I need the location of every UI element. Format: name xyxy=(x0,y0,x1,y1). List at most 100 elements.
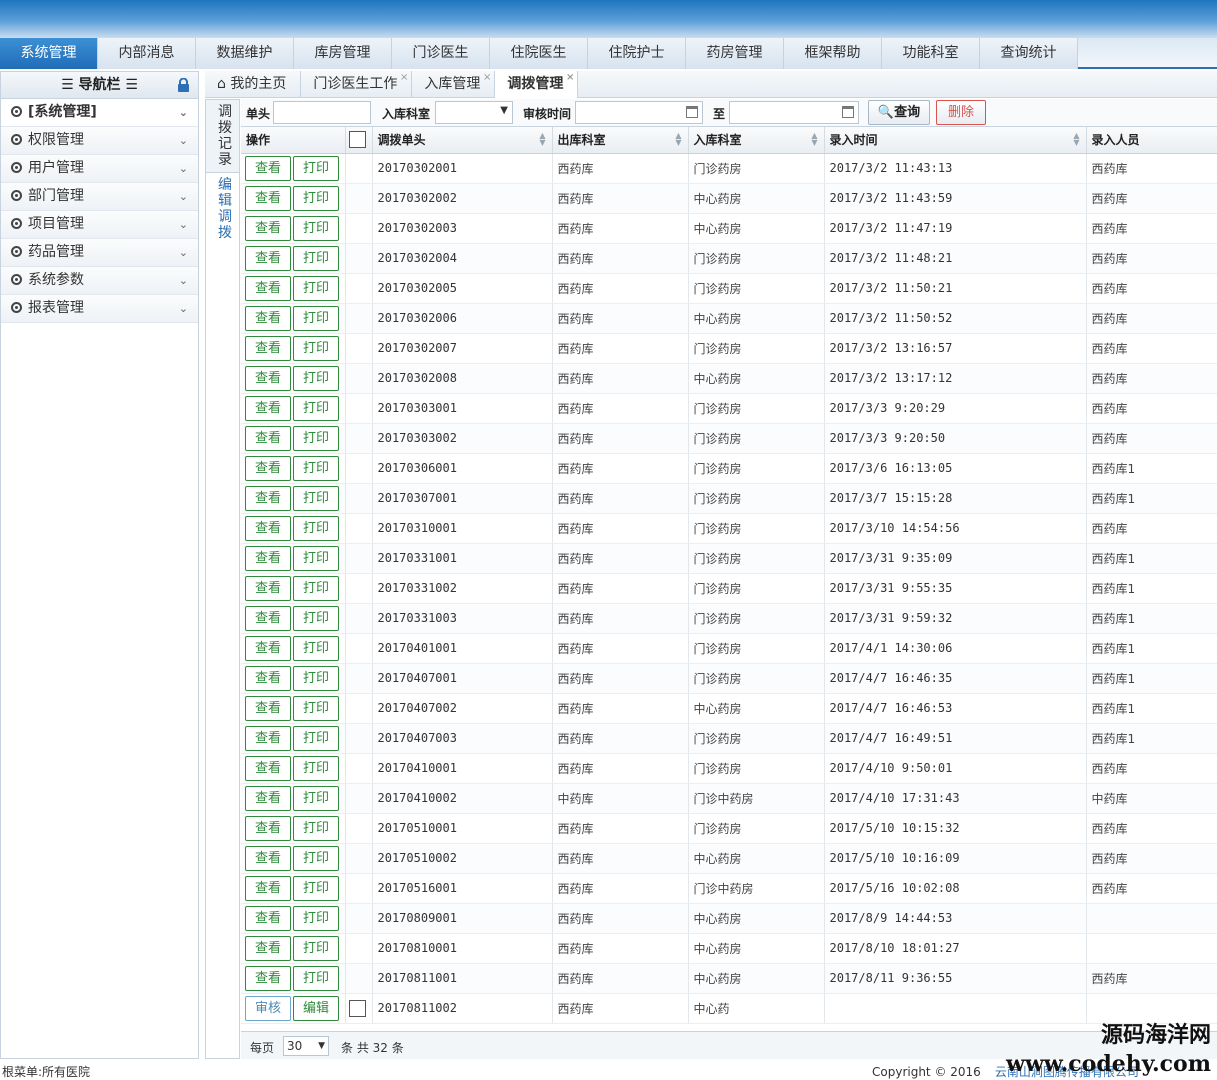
table-row[interactable]: 查看 打印 20170302008 西药库 中心药房 2017/3/2 13:17:12 西… xyxy=(241,363,1217,394)
table-row[interactable]: 查看 打印 20170306001 西药库 门诊药房 2017/3/6 16:13:05 西… xyxy=(241,453,1217,484)
doc-no-input[interactable] xyxy=(273,101,371,124)
print-button[interactable]: 打印 xyxy=(293,665,339,691)
print-button[interactable]: 打印 xyxy=(293,905,339,931)
table-row[interactable]: 查看 打印 20170303002 西药库 门诊药房 2017/3/3 9:20:50 西药… xyxy=(241,423,1217,454)
table-row[interactable]: 查看 打印 20170811001 西药库 中心药房 2017/8/11 9:36:55 西… xyxy=(241,963,1217,994)
table-row-pending[interactable]: 审核 编辑 20170811002 西药库 中心药 xyxy=(241,993,1217,1024)
subtab-transfer-records[interactable]: 调拨记录 xyxy=(206,100,239,173)
menu-item-6[interactable]: 住院护士 xyxy=(588,38,686,69)
print-button[interactable]: 打印 xyxy=(293,635,339,661)
view-button[interactable]: 查看 xyxy=(245,935,291,961)
view-button[interactable]: 查看 xyxy=(245,155,291,181)
menu-item-8[interactable]: 框架帮助 xyxy=(784,38,882,69)
col-header-in-dept[interactable]: 入库科室 ▲ ▼ xyxy=(688,127,825,154)
print-button[interactable]: 打印 xyxy=(293,965,339,991)
table-row[interactable]: 查看 打印 20170302001 西药库 门诊药房 2017/3/2 11:43:13 西… xyxy=(241,153,1217,184)
tab-2[interactable]: 入库管理 × xyxy=(412,71,496,98)
view-button[interactable]: 查看 xyxy=(245,695,291,721)
tab-3[interactable]: 调拨管理 × xyxy=(495,71,579,98)
audit-button[interactable]: 审核 xyxy=(245,995,291,1021)
menu-item-1[interactable]: 内部消息 xyxy=(98,38,196,69)
view-button[interactable]: 查看 xyxy=(245,965,291,991)
sidebar-item-1[interactable]: 权限管理 ⌄ xyxy=(1,127,198,155)
sidebar-item-4[interactable]: 项目管理 ⌄ xyxy=(1,211,198,239)
col-header-entry-user[interactable]: 录入人员▲▼ xyxy=(1086,127,1217,154)
table-row[interactable]: 查看 打印 20170407003 西药库 门诊药房 2017/4/7 16:49:51 西… xyxy=(241,723,1217,754)
view-button[interactable]: 查看 xyxy=(245,395,291,421)
print-button[interactable]: 打印 xyxy=(293,695,339,721)
table-row[interactable]: 查看 打印 20170810001 西药库 中心药房 2017/8/10 18:01:27 xyxy=(241,933,1217,964)
print-button[interactable]: 打印 xyxy=(293,455,339,481)
table-row[interactable]: 查看 打印 20170310001 西药库 门诊药房 2017/3/10 14:54:56… xyxy=(241,513,1217,544)
menu-item-10[interactable]: 查询统计 xyxy=(980,38,1078,69)
table-row[interactable]: 查看 打印 20170302004 西药库 门诊药房 2017/3/2 11:48:21 西… xyxy=(241,243,1217,274)
table-row[interactable]: 查看 打印 20170302005 西药库 门诊药房 2017/3/2 11:50:21 西… xyxy=(241,273,1217,304)
print-button[interactable]: 打印 xyxy=(293,305,339,331)
print-button[interactable]: 打印 xyxy=(293,755,339,781)
close-icon[interactable]: × xyxy=(566,64,574,91)
review-time-end-input[interactable] xyxy=(729,101,859,124)
view-button[interactable]: 查看 xyxy=(245,515,291,541)
view-button[interactable]: 查看 xyxy=(245,245,291,271)
search-button[interactable]: 🔍查询 xyxy=(868,100,930,125)
print-button[interactable]: 打印 xyxy=(293,845,339,871)
table-row[interactable]: 查看 打印 20170331001 西药库 门诊药房 2017/3/31 9:35:09 西… xyxy=(241,543,1217,574)
close-icon[interactable]: × xyxy=(483,64,491,91)
view-button[interactable]: 查看 xyxy=(245,485,291,511)
table-row[interactable]: 查看 打印 20170407002 西药库 中心药房 2017/4/7 16:46:53 西… xyxy=(241,693,1217,724)
view-button[interactable]: 查看 xyxy=(245,545,291,571)
print-button[interactable]: 打印 xyxy=(293,215,339,241)
page-size-select[interactable]: 30 ▼ xyxy=(283,1036,329,1056)
close-icon[interactable]: × xyxy=(400,64,408,91)
print-button[interactable]: 打印 xyxy=(293,725,339,751)
in-dept-select[interactable]: ▼ xyxy=(435,101,513,124)
view-button[interactable]: 查看 xyxy=(245,305,291,331)
table-row[interactable]: 查看 打印 20170307001 西药库 门诊药房 2017/3/7 15:15:28 西… xyxy=(241,483,1217,514)
view-button[interactable]: 查看 xyxy=(245,815,291,841)
table-row[interactable]: 查看 打印 20170302003 西药库 中心药房 2017/3/2 11:47:19 西… xyxy=(241,213,1217,244)
menu-item-0[interactable]: 系统管理 xyxy=(0,38,98,69)
sidebar-item-6[interactable]: 系统参数 ⌄ xyxy=(1,267,198,295)
table-row[interactable]: 查看 打印 20170302007 西药库 门诊药房 2017/3/2 13:16:57 西… xyxy=(241,333,1217,364)
print-button[interactable]: 打印 xyxy=(293,335,339,361)
table-row[interactable]: 查看 打印 20170410002 中药库 门诊中药房 2017/4/10 17:31:4… xyxy=(241,783,1217,814)
print-button[interactable]: 打印 xyxy=(293,935,339,961)
table-row[interactable]: 查看 打印 20170410001 西药库 门诊药房 2017/4/10 9:50:01 西… xyxy=(241,753,1217,784)
table-row[interactable]: 查看 打印 20170331003 西药库 门诊药房 2017/3/31 9:59:32 西… xyxy=(241,603,1217,634)
view-button[interactable]: 查看 xyxy=(245,215,291,241)
view-button[interactable]: 查看 xyxy=(245,575,291,601)
menu-item-7[interactable]: 药房管理 xyxy=(686,38,784,69)
table-row[interactable]: 查看 打印 20170510002 西药库 中心药房 2017/5/10 10:16:09… xyxy=(241,843,1217,874)
subtab-edit-transfer[interactable]: 编辑调拨 xyxy=(206,173,239,245)
print-button[interactable]: 打印 xyxy=(293,785,339,811)
table-row[interactable]: 查看 打印 20170510001 西药库 门诊药房 2017/5/10 10:15:32… xyxy=(241,813,1217,844)
table-row[interactable]: 查看 打印 20170516001 西药库 门诊中药房 2017/5/16 10:02:0… xyxy=(241,873,1217,904)
view-button[interactable]: 查看 xyxy=(245,335,291,361)
view-button[interactable]: 查看 xyxy=(245,725,291,751)
print-button[interactable]: 打印 xyxy=(293,365,339,391)
view-button[interactable]: 查看 xyxy=(245,905,291,931)
table-row[interactable]: 查看 打印 20170302002 西药库 中心药房 2017/3/2 11:43:59 西… xyxy=(241,183,1217,214)
review-time-start-input[interactable] xyxy=(575,101,703,124)
print-button[interactable]: 打印 xyxy=(293,545,339,571)
print-button[interactable]: 打印 xyxy=(293,485,339,511)
table-row[interactable]: 查看 打印 20170401001 西药库 门诊药房 2017/4/1 14:30:06 西… xyxy=(241,633,1217,664)
print-button[interactable]: 打印 xyxy=(293,815,339,841)
view-button[interactable]: 查看 xyxy=(245,785,291,811)
view-button[interactable]: 查看 xyxy=(245,635,291,661)
edit-button[interactable]: 编辑 xyxy=(293,995,339,1021)
view-button[interactable]: 查看 xyxy=(245,365,291,391)
print-button[interactable]: 打印 xyxy=(293,275,339,301)
sidebar-item-2[interactable]: 用户管理 ⌄ xyxy=(1,155,198,183)
view-button[interactable]: 查看 xyxy=(245,605,291,631)
menu-item-9[interactable]: 功能科室 xyxy=(882,38,980,69)
menu-item-2[interactable]: 数据维护 xyxy=(196,38,294,69)
calendar-icon[interactable] xyxy=(842,106,854,118)
view-button[interactable]: 查看 xyxy=(245,875,291,901)
print-button[interactable]: 打印 xyxy=(293,245,339,271)
table-row[interactable]: 查看 打印 20170303001 西药库 门诊药房 2017/3/3 9:20:29 西药… xyxy=(241,393,1217,424)
print-button[interactable]: 打印 xyxy=(293,575,339,601)
table-row[interactable]: 查看 打印 20170302006 西药库 中心药房 2017/3/2 11:50:52 西… xyxy=(241,303,1217,334)
print-button[interactable]: 打印 xyxy=(293,425,339,451)
calendar-icon[interactable] xyxy=(686,106,698,118)
